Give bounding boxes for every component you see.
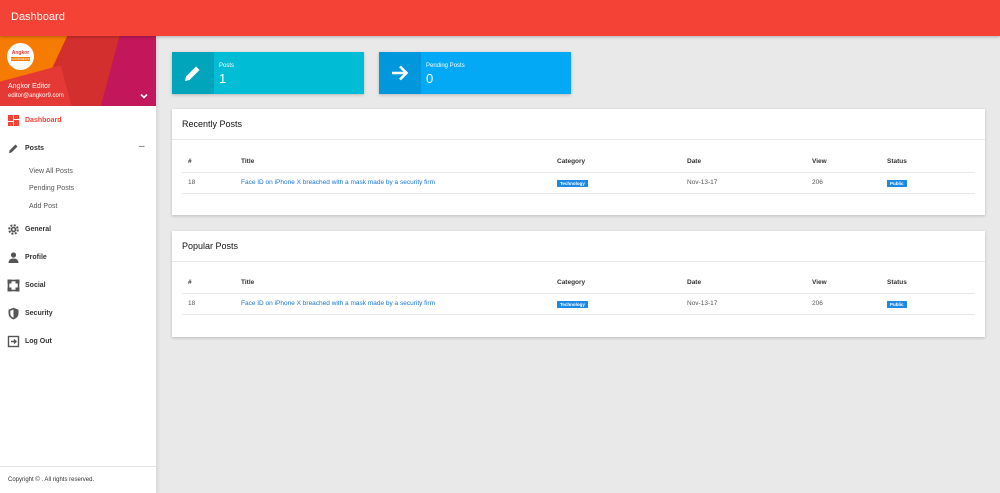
sidebar-item-label: Dashboard	[25, 117, 62, 124]
column-header-category: Category	[557, 279, 586, 286]
posts-stat-card[interactable]: Posts 1	[172, 52, 364, 94]
sidebar-subitem-pending-posts[interactable]: Pending Posts	[29, 185, 74, 192]
post-title-link[interactable]: Face ID on iPhone X breached with a mask…	[241, 300, 435, 307]
column-header-view: View	[812, 158, 827, 165]
sidebar-item-label: Profile	[25, 254, 47, 261]
user-name: Angkor Editor	[8, 83, 51, 90]
column-header-category: Category	[557, 158, 586, 165]
row-date: Nov-13-17	[687, 300, 718, 307]
sidebar-subitem-view-all-posts[interactable]: View All Posts	[29, 168, 73, 175]
social-icon	[7, 279, 20, 292]
chevron-down-icon[interactable]	[139, 91, 149, 101]
sidebar-item-logout[interactable]: Log Out	[0, 331, 156, 353]
card-header: Popular Posts	[172, 231, 985, 262]
top-app-bar: Dashboard	[0, 0, 1000, 36]
post-title-link[interactable]: Face ID on iPhone X breached with a mask…	[241, 179, 435, 186]
card-title: Popular Posts	[182, 241, 239, 251]
gear-icon	[8, 224, 19, 235]
sidebar-item-label: Posts	[25, 145, 45, 152]
shield-icon	[8, 307, 19, 320]
pencil-icon	[185, 66, 200, 81]
copyright-text: Copyright © . All rights reserved.	[8, 477, 95, 483]
row-divider	[182, 172, 975, 173]
row-divider	[182, 314, 975, 315]
logout-icon	[7, 335, 20, 348]
sidebar-item-label: Security	[25, 310, 53, 317]
category-badge: Technology	[557, 180, 588, 187]
pencil-icon	[9, 144, 18, 153]
sidebar-subitem-add-post[interactable]: Add Post	[29, 203, 57, 210]
collapse-toggle[interactable]: –	[139, 141, 145, 152]
sidebar-item-profile[interactable]: Profile	[0, 247, 156, 269]
sidebar-item-label: General	[25, 226, 52, 233]
person-icon	[8, 252, 19, 263]
status-badge: Public	[887, 180, 907, 187]
row-divider	[182, 193, 975, 194]
row-id: 18	[188, 300, 196, 307]
app-title: Dashboard	[11, 11, 65, 23]
stat-label: Pending Posts	[426, 63, 465, 69]
column-header-id: #	[188, 279, 192, 286]
stat-icon-box	[379, 52, 421, 94]
column-header-status: Status	[887, 158, 907, 165]
sidebar-item-posts[interactable]: Posts –	[0, 138, 156, 160]
stat-value: 1	[219, 71, 227, 86]
row-divider	[182, 293, 975, 294]
card-header: Recently Posts	[172, 109, 985, 140]
row-views: 206	[812, 300, 823, 307]
column-header-date: Date	[687, 279, 702, 286]
sidebar-item-label: Social	[25, 282, 46, 289]
status-badge: Public	[887, 301, 907, 308]
sidebar-item-social[interactable]: Social	[0, 275, 156, 297]
avatar: Angkor GOODNEWS	[7, 43, 34, 70]
row-date: Nov-13-17	[687, 179, 718, 186]
sidebar-item-dashboard[interactable]: Dashboard	[0, 110, 156, 132]
column-header-title: Title	[241, 158, 255, 165]
arrow-right-icon	[392, 65, 409, 81]
row-views: 206	[812, 179, 823, 186]
stat-label: Posts	[219, 63, 235, 69]
sidebar-item-label: Log Out	[25, 338, 52, 345]
card-title: Recently Posts	[182, 119, 243, 129]
sidebar-item-general[interactable]: General	[0, 219, 156, 241]
stat-value: 0	[426, 71, 434, 86]
category-badge: Technology	[557, 301, 588, 308]
stat-icon-box	[172, 52, 214, 94]
user-email: editor@angkor9.com	[8, 93, 64, 99]
column-header-status: Status	[887, 279, 907, 286]
copyright-footer: Copyright © . All rights reserved.	[0, 466, 156, 493]
user-info-header: Angkor GOODNEWS Angkor Editor editor@ang…	[0, 36, 156, 106]
pending-posts-stat-card[interactable]: Pending Posts 0	[379, 52, 571, 94]
popular-posts-card: Popular Posts # Title Category Date View…	[172, 231, 985, 337]
sidebar: Angkor GOODNEWS Angkor Editor editor@ang…	[0, 36, 157, 493]
sidebar-item-security[interactable]: Security	[0, 303, 156, 325]
column-header-date: Date	[687, 158, 702, 165]
column-header-view: View	[812, 279, 827, 286]
column-header-title: Title	[241, 279, 255, 286]
row-id: 18	[188, 179, 196, 186]
dashboard-icon	[8, 115, 19, 126]
column-header-id: #	[188, 158, 192, 165]
recent-posts-card: Recently Posts # Title Category Date Vie…	[172, 109, 985, 215]
